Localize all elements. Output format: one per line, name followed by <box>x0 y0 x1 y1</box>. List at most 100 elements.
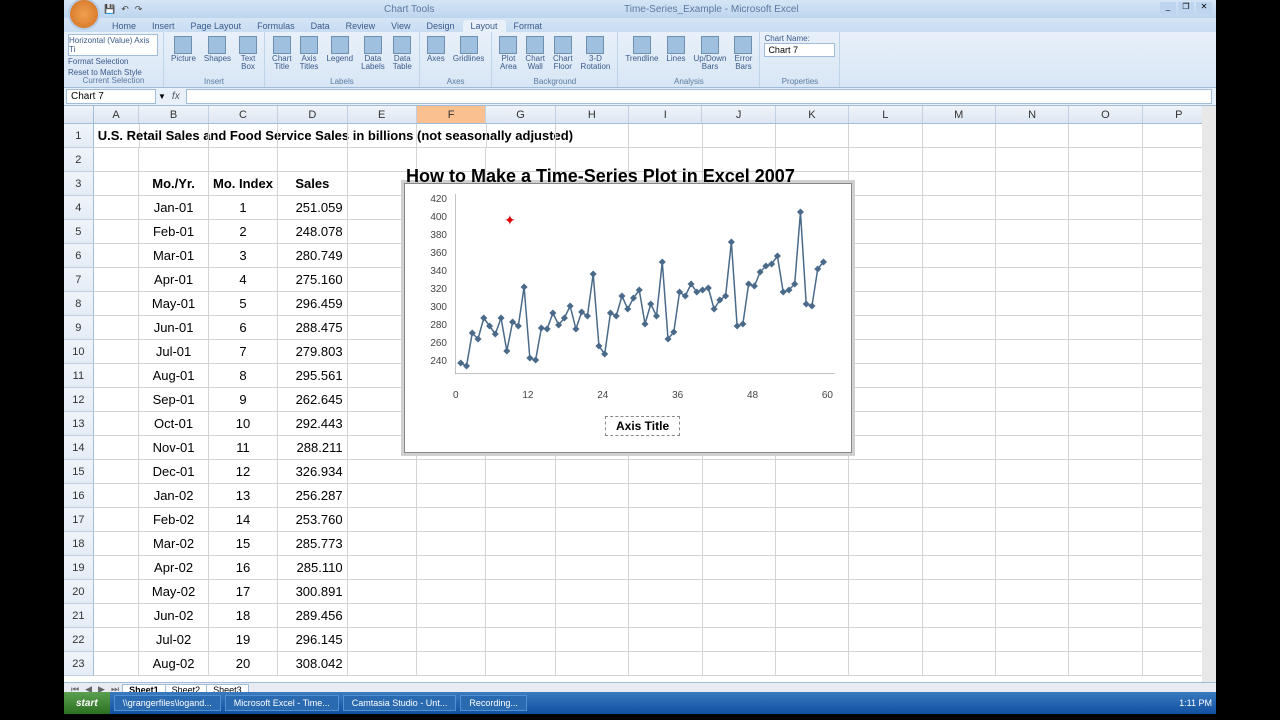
cell[interactable] <box>996 604 1069 628</box>
cell[interactable]: 308.042 <box>278 652 347 676</box>
cell[interactable] <box>996 124 1069 148</box>
cell[interactable] <box>703 556 776 580</box>
cell[interactable] <box>278 148 347 172</box>
cell[interactable] <box>849 220 922 244</box>
cell[interactable] <box>348 124 417 148</box>
column-header-K[interactable]: K <box>776 106 849 123</box>
cell[interactable] <box>486 628 555 652</box>
save-icon[interactable]: 💾 <box>104 4 115 15</box>
cell[interactable]: Mar-01 <box>139 244 208 268</box>
cell[interactable] <box>629 628 702 652</box>
chart-wall-button[interactable]: ChartWall <box>522 34 548 73</box>
cell[interactable] <box>849 652 922 676</box>
cell[interactable] <box>1069 220 1142 244</box>
row-header[interactable]: 8 <box>64 292 94 316</box>
cell[interactable] <box>486 652 555 676</box>
cell[interactable] <box>923 460 996 484</box>
cell[interactable] <box>556 124 629 148</box>
cell[interactable] <box>139 148 208 172</box>
data-table-button[interactable]: DataTable <box>390 34 415 73</box>
tab-review[interactable]: Review <box>338 20 384 32</box>
cell[interactable] <box>348 652 417 676</box>
cell[interactable] <box>209 148 278 172</box>
data-labels-button[interactable]: DataLabels <box>358 34 388 73</box>
cell[interactable] <box>923 268 996 292</box>
row-header[interactable]: 22 <box>64 628 94 652</box>
shapes-button[interactable]: Shapes <box>201 34 234 65</box>
cell[interactable] <box>923 196 996 220</box>
cell[interactable] <box>486 508 555 532</box>
quick-access-toolbar[interactable]: 💾 ↶ ↷ <box>104 4 142 15</box>
cell[interactable] <box>629 484 702 508</box>
cell[interactable] <box>923 340 996 364</box>
taskbar-item[interactable]: Camtasia Studio - Unt... <box>343 695 457 711</box>
cell[interactable]: Sales <box>278 172 347 196</box>
cell[interactable]: Aug-02 <box>139 652 208 676</box>
cell[interactable] <box>348 604 417 628</box>
cell[interactable] <box>703 604 776 628</box>
cell[interactable]: 3 <box>209 244 278 268</box>
column-header-E[interactable]: E <box>348 106 417 123</box>
cell[interactable] <box>629 460 702 484</box>
cell[interactable] <box>996 532 1069 556</box>
cell[interactable] <box>417 124 486 148</box>
cell[interactable] <box>94 508 140 532</box>
cell[interactable] <box>703 628 776 652</box>
format-selection-button[interactable]: Format Selection <box>68 56 159 67</box>
tab-home[interactable]: Home <box>104 20 144 32</box>
cell[interactable]: 285.773 <box>278 532 347 556</box>
cell[interactable]: 256.287 <box>278 484 347 508</box>
trendline-button[interactable]: Trendline <box>622 34 661 65</box>
cell[interactable] <box>849 628 922 652</box>
cell[interactable] <box>629 580 702 604</box>
row-header[interactable]: 23 <box>64 652 94 676</box>
cell[interactable] <box>486 484 555 508</box>
cell[interactable] <box>923 220 996 244</box>
cell[interactable]: 19 <box>209 628 278 652</box>
cell[interactable] <box>486 460 555 484</box>
cell[interactable] <box>923 556 996 580</box>
cell[interactable] <box>1069 244 1142 268</box>
dropdown-icon[interactable]: ▼ <box>158 92 166 101</box>
taskbar-item[interactable]: Recording... <box>460 695 527 711</box>
column-header-A[interactable]: A <box>94 106 140 123</box>
cell[interactable] <box>417 580 486 604</box>
cell[interactable]: U.S. Retail Sales and Food Service Sales… <box>94 124 140 148</box>
formula-input[interactable] <box>186 89 1212 104</box>
cell[interactable] <box>849 412 922 436</box>
cell[interactable]: Apr-01 <box>139 268 208 292</box>
cell[interactable]: 8 <box>209 364 278 388</box>
tab-format[interactable]: Format <box>506 20 551 32</box>
cell[interactable] <box>94 604 140 628</box>
cell[interactable]: 17 <box>209 580 278 604</box>
cell[interactable] <box>849 196 922 220</box>
cell[interactable] <box>849 604 922 628</box>
cell[interactable]: 275.160 <box>278 268 347 292</box>
column-header-N[interactable]: N <box>996 106 1069 123</box>
cell[interactable]: 251.059 <box>278 196 347 220</box>
tab-page-layout[interactable]: Page Layout <box>183 20 250 32</box>
cell[interactable]: Jan-02 <box>139 484 208 508</box>
column-header-H[interactable]: H <box>556 106 629 123</box>
cell[interactable] <box>923 316 996 340</box>
cell[interactable] <box>996 196 1069 220</box>
cell[interactable] <box>849 436 922 460</box>
cell[interactable] <box>1069 652 1142 676</box>
cell[interactable] <box>94 388 140 412</box>
column-header-M[interactable]: M <box>923 106 996 123</box>
column-header-G[interactable]: G <box>486 106 555 123</box>
cell[interactable] <box>703 652 776 676</box>
cell[interactable] <box>996 364 1069 388</box>
cell[interactable]: 288.475 <box>278 316 347 340</box>
cell[interactable]: Jan-01 <box>139 196 208 220</box>
cell[interactable] <box>348 484 417 508</box>
cell[interactable]: Dec-01 <box>139 460 208 484</box>
cell[interactable] <box>94 340 140 364</box>
column-header-D[interactable]: D <box>278 106 347 123</box>
cell[interactable]: 289.456 <box>278 604 347 628</box>
cell[interactable] <box>417 508 486 532</box>
cell[interactable] <box>348 508 417 532</box>
cell[interactable] <box>486 556 555 580</box>
cell[interactable]: Jun-02 <box>139 604 208 628</box>
cell[interactable] <box>703 460 776 484</box>
